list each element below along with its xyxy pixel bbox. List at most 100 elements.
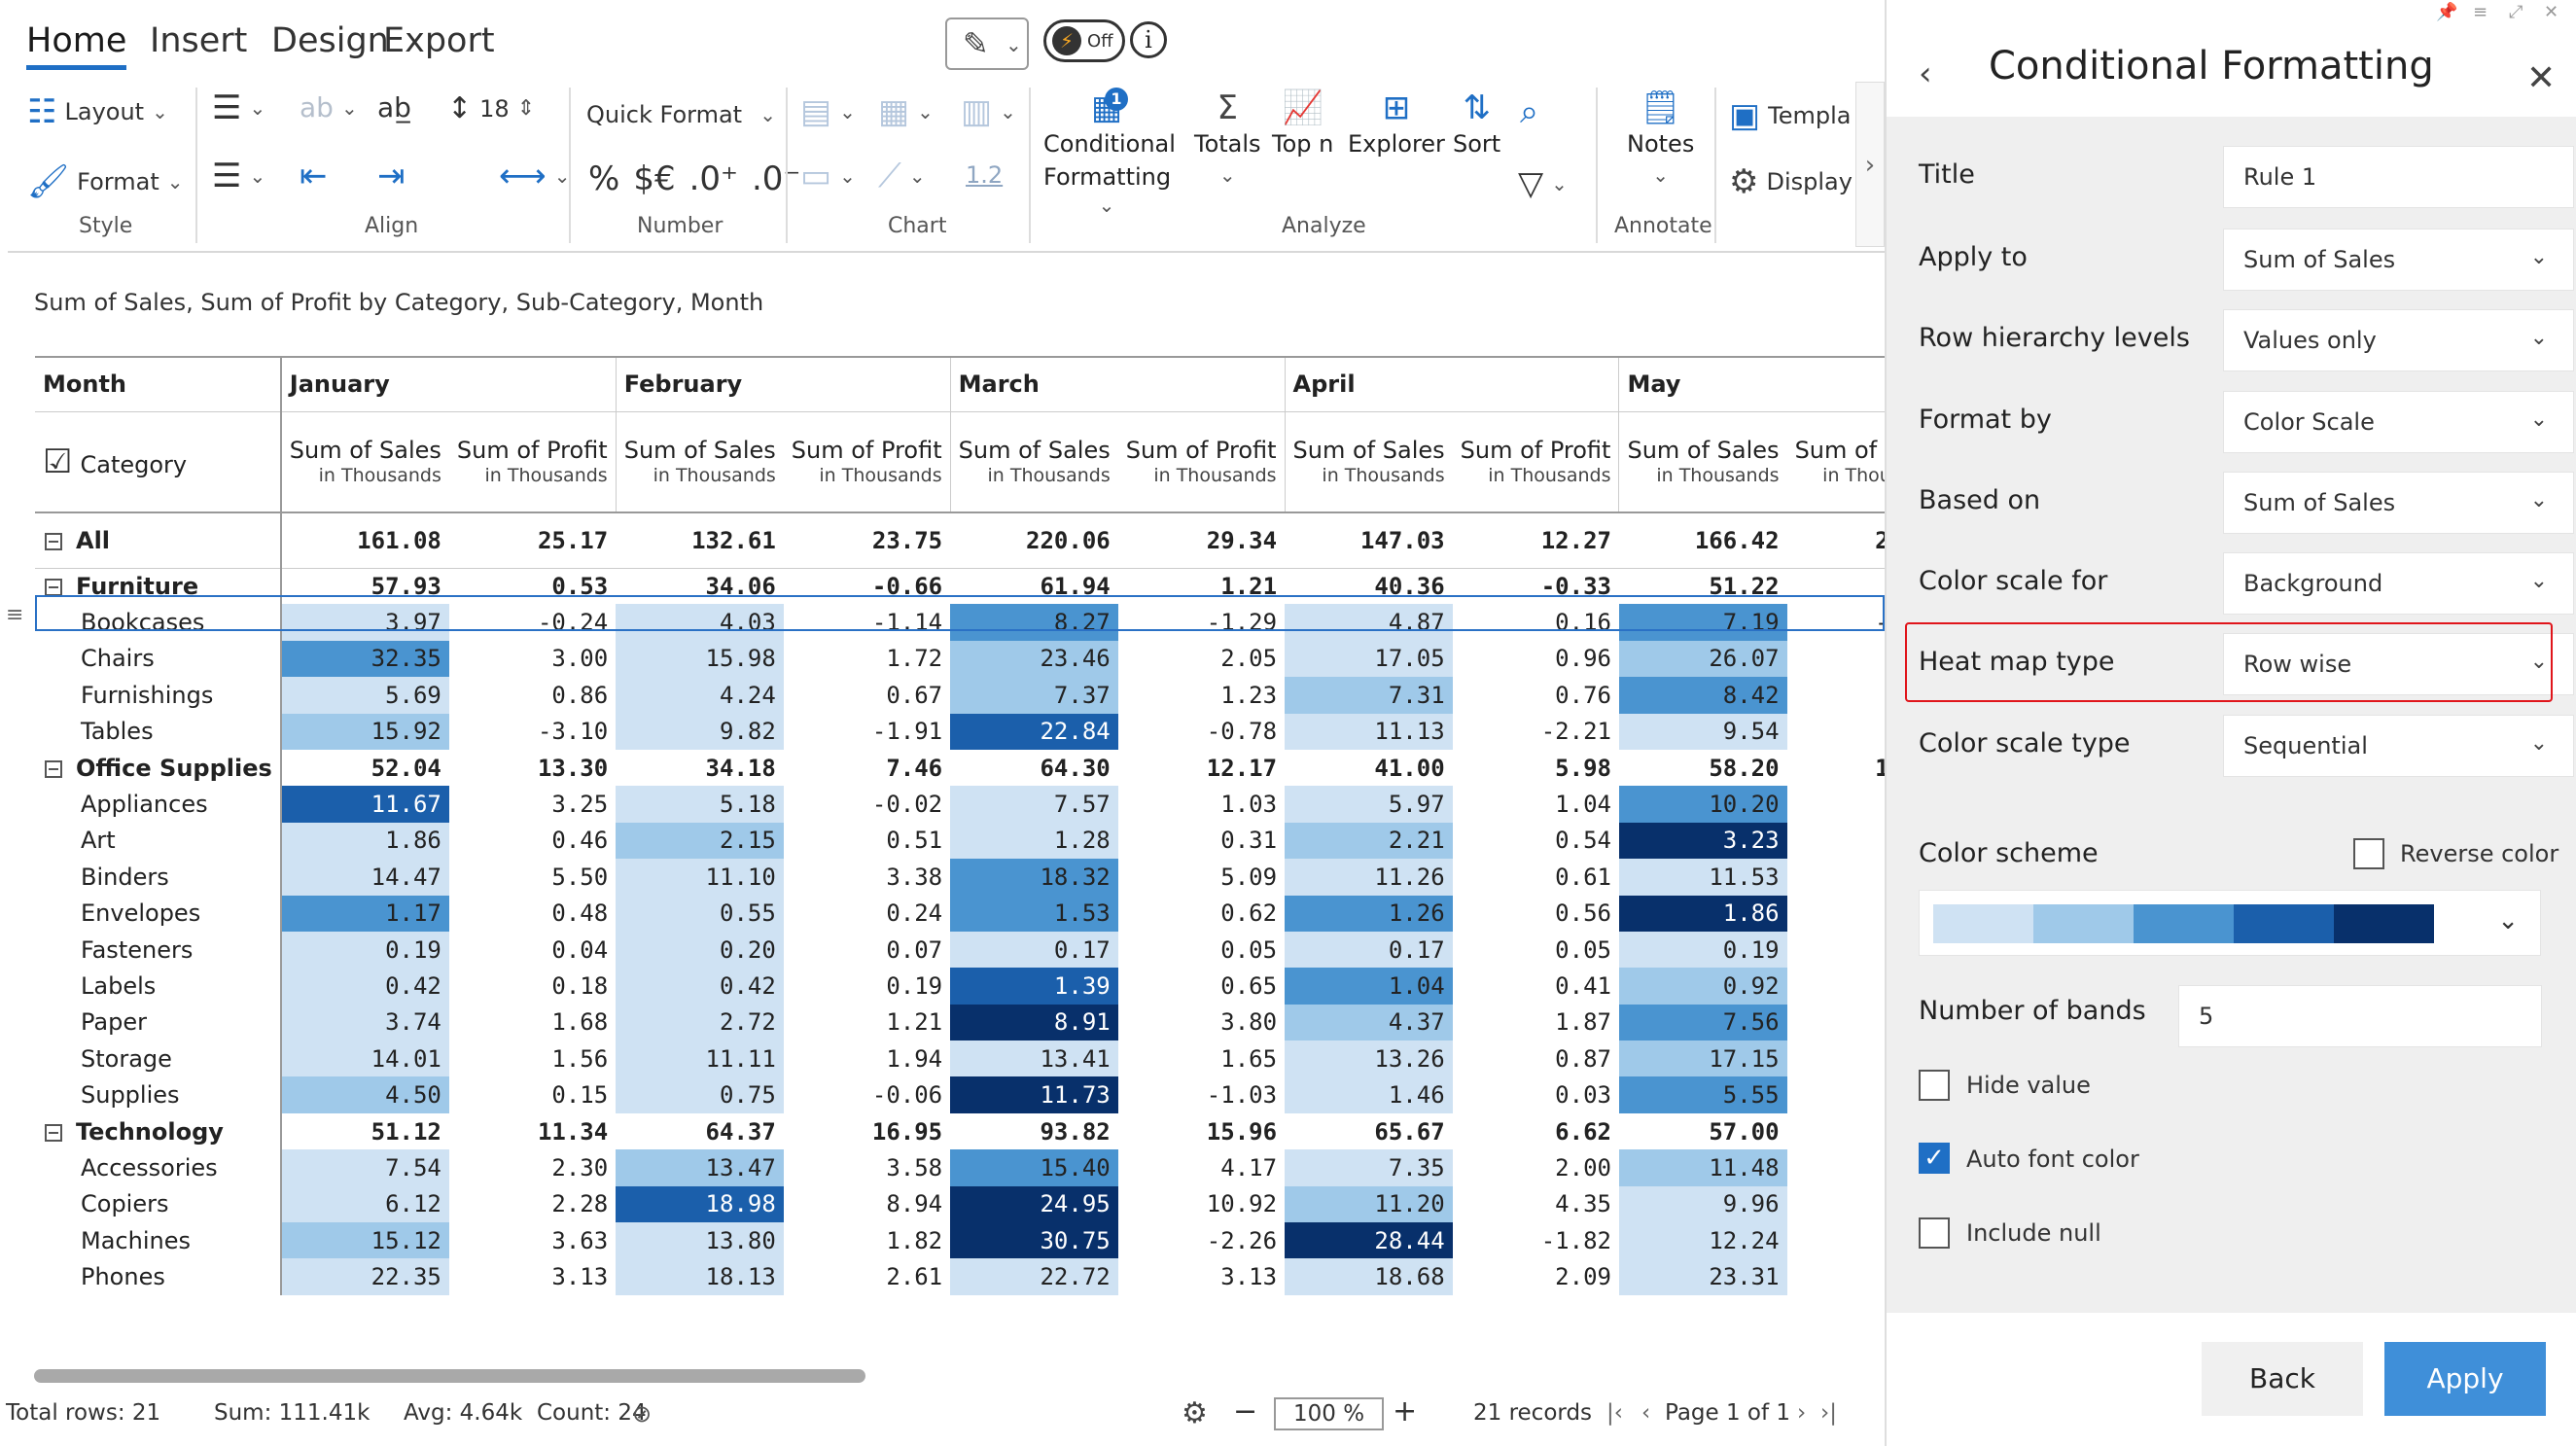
table-cell[interactable]: -1.14 bbox=[784, 604, 950, 640]
row-label[interactable]: Supplies bbox=[35, 1076, 281, 1112]
close-small-icon[interactable]: ✕ bbox=[2544, 2, 2558, 22]
pen-edit-button[interactable]: ✎ ⌄ bbox=[945, 18, 1029, 70]
table-cell[interactable]: 4.03 bbox=[616, 604, 784, 641]
row-label[interactable]: All bbox=[35, 512, 281, 569]
table-cell[interactable]: 1.39 bbox=[950, 968, 1118, 1005]
table-cell[interactable]: 64.30 bbox=[950, 750, 1118, 786]
table-cell[interactable]: 11.53 bbox=[1618, 859, 1787, 896]
table-cell[interactable]: 0.19 bbox=[784, 968, 950, 1004]
table-row[interactable]: Accessories 7.54 2.30 13.47 3.58 15.40 4.17 7.3… bbox=[35, 1149, 1885, 1186]
table-cell[interactable]: 220.06 bbox=[950, 512, 1118, 569]
table-cell[interactable]: 24.23 bbox=[1786, 512, 1885, 569]
table-cell[interactable]: 3.00 bbox=[449, 641, 616, 677]
wrap-text-button[interactable]: ab ⌄ bbox=[300, 91, 358, 123]
table-cell[interactable]: 0.05 bbox=[1453, 932, 1619, 968]
row-label[interactable]: Accessories bbox=[35, 1149, 281, 1185]
table-cell[interactable]: 10.97 bbox=[1787, 750, 1885, 786]
table-row[interactable]: Phones 22.35 3.13 18.13 2.61 22.72 3.13 18.68 2.… bbox=[35, 1258, 1885, 1295]
tab-insert[interactable]: Insert bbox=[150, 21, 247, 60]
table-cell[interactable]: 0.67 bbox=[784, 677, 950, 713]
tab-home[interactable]: Home bbox=[26, 21, 127, 70]
table-cell[interactable]: 3.20 bbox=[1787, 1149, 1885, 1185]
prev-page-button[interactable]: ‹ bbox=[1641, 1400, 1650, 1426]
table-cell[interactable]: 0.65 bbox=[1787, 823, 1885, 859]
table-cell[interactable]: 11.48 bbox=[1618, 1149, 1787, 1186]
table-cell[interactable]: 0.42 bbox=[616, 968, 784, 1005]
table-cell[interactable]: 1.03 bbox=[1118, 786, 1285, 822]
measure-header[interactable]: Sum of Profitin Thousands bbox=[1452, 411, 1619, 513]
table-row[interactable]: Tables 15.92 -3.10 9.82 -1.91 22.84 -0.78 11.13… bbox=[35, 713, 1885, 750]
table-cell[interactable]: 0.46 bbox=[449, 823, 616, 859]
table-cell[interactable]: 0.54 bbox=[1453, 823, 1619, 859]
table-cell[interactable]: 23.31 bbox=[1618, 1258, 1787, 1295]
row-label[interactable]: Envelopes bbox=[35, 896, 281, 932]
column-width-button[interactable]: ⟷ ⌄ bbox=[499, 159, 571, 193]
table-cell[interactable]: 2.30 bbox=[449, 1149, 616, 1185]
table-cell[interactable]: 18.32 bbox=[950, 859, 1118, 896]
color-scheme-dropdown[interactable]: ⌄ bbox=[1919, 890, 2541, 956]
increase-decimal-button[interactable]: .0⁺ bbox=[689, 159, 738, 198]
zoom-in-button[interactable]: + bbox=[1393, 1394, 1417, 1428]
table-cell[interactable]: 1.65 bbox=[1118, 1040, 1285, 1076]
table-cell[interactable]: 7.46 bbox=[784, 750, 950, 786]
table-cell[interactable]: 0.17 bbox=[1285, 931, 1453, 969]
table-cell[interactable]: 0.61 bbox=[1787, 714, 1885, 750]
auto-font-color-checkbox[interactable]: ✓ bbox=[1919, 1143, 1950, 1174]
table-cell[interactable]: 1.86 bbox=[279, 822, 449, 860]
table-cell[interactable]: 3.40 bbox=[1787, 1005, 1885, 1040]
table-cell[interactable]: 34.06 bbox=[616, 568, 784, 604]
row-label[interactable]: Paper bbox=[35, 1005, 281, 1040]
table-cell[interactable]: 0.05 bbox=[1118, 932, 1285, 968]
table-cell[interactable]: 0.61 bbox=[1453, 859, 1619, 895]
month-header-march[interactable]: March bbox=[949, 356, 1286, 412]
pin-icon[interactable]: 📌 bbox=[2436, 2, 2457, 22]
table-cell[interactable]: 12.24 bbox=[1618, 1222, 1787, 1259]
row-label[interactable]: Technology bbox=[35, 1113, 281, 1149]
table-cell[interactable]: 1.82 bbox=[784, 1222, 950, 1258]
close-icon[interactable]: ✕ bbox=[2526, 58, 2556, 98]
table-cell[interactable]: 30.75 bbox=[950, 1222, 1118, 1259]
row-label[interactable]: Storage bbox=[35, 1040, 281, 1076]
table-cell[interactable]: 0.19 bbox=[1618, 931, 1787, 969]
table-row[interactable]: Art 1.860.462.150.511.280.312.210.543.230… bbox=[35, 822, 1885, 860]
table-cell[interactable]: 8.91 bbox=[950, 1004, 1118, 1041]
table-cell[interactable]: 7.31 bbox=[1285, 677, 1453, 714]
table-cell[interactable]: 12.17 bbox=[1118, 750, 1285, 786]
table-cell[interactable]: 13.41 bbox=[950, 1040, 1118, 1077]
eye-off-icon[interactable]: ⊘ bbox=[632, 1400, 652, 1428]
table-cell[interactable]: 13.26 bbox=[1285, 1040, 1453, 1077]
table-cell[interactable]: 2.15 bbox=[616, 822, 784, 860]
table-cell[interactable]: 18.68 bbox=[1285, 1258, 1453, 1295]
table-cell[interactable]: 0.92 bbox=[1618, 968, 1787, 1005]
table-cell[interactable]: 15.98 bbox=[616, 640, 784, 678]
indent-button[interactable]: ⇥ bbox=[377, 159, 406, 193]
column-chart-button[interactable]: ▦ ⌄ bbox=[878, 95, 934, 128]
table-cell[interactable]: 40.36 bbox=[1285, 568, 1453, 604]
collapse-icon[interactable] bbox=[45, 532, 62, 550]
table-cell[interactable]: 17.05 bbox=[1285, 640, 1453, 678]
table-cell[interactable]: -2.21 bbox=[1453, 714, 1619, 750]
month-header[interactable]: Month bbox=[35, 356, 281, 412]
table-cell[interactable]: 5.69 bbox=[279, 677, 449, 714]
table-cell[interactable]: 11.11 bbox=[616, 1040, 784, 1077]
table-cell[interactable]: 0.05 bbox=[1787, 932, 1885, 968]
row-label[interactable]: Bookcases bbox=[35, 604, 281, 640]
table-cell[interactable]: 1.45 bbox=[1787, 1040, 1885, 1076]
table-cell[interactable]: 0.55 bbox=[616, 895, 784, 932]
table-cell[interactable]: 1.21 bbox=[1118, 568, 1285, 604]
table-cell[interactable]: 1.72 bbox=[784, 641, 950, 677]
table-cell[interactable]: 5.50 bbox=[449, 859, 616, 895]
table-cell[interactable]: -0.66 bbox=[784, 568, 950, 604]
table-row[interactable]: Paper 3.74 1.68 2.72 1.21 8.91 3.80 4.37 1.87 7.5… bbox=[35, 1004, 1885, 1041]
ribbon-scroll-right-button[interactable]: › bbox=[1855, 82, 1885, 247]
row-label[interactable]: Phones bbox=[35, 1258, 281, 1294]
table-cell[interactable]: 41.00 bbox=[1285, 750, 1453, 786]
currency-button[interactable]: $€ bbox=[633, 159, 675, 198]
table-cell[interactable]: 2.63 bbox=[1787, 859, 1885, 895]
table-cell[interactable]: 10.92 bbox=[1118, 1186, 1285, 1222]
table-cell[interactable]: 0.81 bbox=[1787, 677, 1885, 713]
table-cell[interactable]: 1.21 bbox=[784, 1005, 950, 1040]
table-cell[interactable]: 22.84 bbox=[950, 713, 1118, 750]
table-cell[interactable]: 0.76 bbox=[1453, 677, 1619, 713]
table-cell[interactable]: 8.27 bbox=[950, 604, 1118, 641]
